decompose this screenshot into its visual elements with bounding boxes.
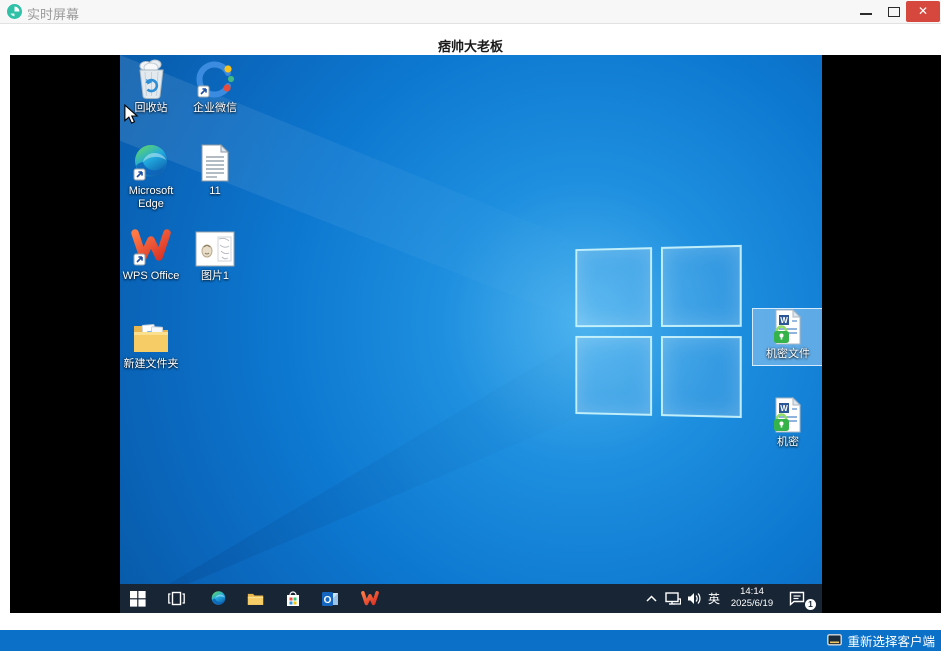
- desktop-icon-confidential-file[interactable]: W 机密文件: [752, 308, 822, 366]
- tray-ime-indicator[interactable]: 英: [705, 584, 723, 613]
- tray-clock[interactable]: 14:14 2025/6/19: [722, 586, 782, 612]
- window-title: 实时屏幕: [27, 4, 79, 23]
- desktop-icon-wps[interactable]: WPS Office: [120, 226, 187, 284]
- speaker-icon: [687, 592, 702, 605]
- locked-word-document-icon: W: [773, 397, 803, 433]
- desktop-icon-txt-11[interactable]: 11: [179, 141, 251, 199]
- maximize-button[interactable]: [880, 0, 906, 23]
- tray-show-hidden-icons-button[interactable]: [641, 584, 661, 613]
- icon-label: 新建文件夹: [124, 358, 179, 371]
- text-document-icon: [200, 142, 230, 182]
- icon-label: 机密文件: [766, 348, 810, 361]
- tray-network-button[interactable]: [662, 584, 684, 613]
- svg-text:W: W: [780, 316, 788, 325]
- desktop-icon-picture-1[interactable]: 图片1: [179, 226, 251, 284]
- taskbar-edge-button[interactable]: [203, 584, 233, 613]
- wps-icon: [131, 227, 171, 267]
- picture-file-icon: [195, 227, 235, 267]
- live-screen-window: 实时屏幕 ✕ 痞帅大老板: [0, 0, 941, 651]
- notification-badge: 1: [805, 599, 816, 610]
- minimize-icon: [860, 13, 872, 15]
- file-explorer-icon: [247, 591, 264, 606]
- edge-icon: [131, 142, 171, 182]
- icon-label: WPS Office: [123, 270, 180, 283]
- mouse-cursor-icon: [122, 104, 140, 124]
- tray-time: 14:14: [722, 586, 782, 598]
- start-button[interactable]: [123, 584, 153, 613]
- svg-text:O: O: [323, 595, 331, 606]
- edge-icon: [210, 590, 227, 607]
- remote-desktop[interactable]: 回收站 企业微信: [120, 55, 822, 613]
- reselect-client-label: 重新选择客户端: [847, 631, 935, 650]
- recycle-bin-icon: [133, 59, 170, 99]
- windows-start-icon: [130, 591, 146, 607]
- notification-icon: [789, 591, 805, 606]
- icon-label: 机密: [777, 436, 799, 449]
- tray-volume-button[interactable]: [683, 584, 705, 613]
- icon-label: 11: [209, 185, 220, 198]
- icon-label: Microsoft Edge: [120, 185, 186, 211]
- wallpaper-shadow-beam: [120, 255, 590, 613]
- taskbar-wps-button[interactable]: [355, 584, 385, 613]
- chevron-up-icon: [646, 595, 657, 602]
- wps-icon: [361, 591, 379, 607]
- maximize-icon: [888, 7, 900, 17]
- tray-action-center-button[interactable]: 1: [783, 584, 811, 613]
- remote-screen-viewer[interactable]: 回收站 企业微信: [10, 55, 941, 613]
- remote-taskbar: O: [120, 584, 822, 613]
- taskbar-file-explorer-button[interactable]: [240, 584, 270, 613]
- locked-word-document-icon: W: [773, 309, 803, 345]
- folder-icon: [131, 315, 171, 355]
- svg-text:W: W: [780, 404, 788, 413]
- taskbar-outlook-button[interactable]: O: [315, 584, 345, 613]
- client-name-label: 痞帅大老板: [0, 36, 941, 55]
- windows-wallpaper-logo-icon: [575, 245, 744, 421]
- desktop-icon-edge[interactable]: Microsoft Edge: [120, 141, 187, 212]
- minimize-button[interactable]: [852, 0, 880, 23]
- desktop-icon-new-folder[interactable]: 新建文件夹: [120, 314, 187, 372]
- outlook-icon: O: [322, 591, 339, 607]
- status-bar: 重新选择客户端: [0, 630, 941, 651]
- desktop-icon-wecom[interactable]: 企业微信: [179, 58, 251, 116]
- task-view-icon: [168, 591, 185, 606]
- reselect-client-button[interactable]: 重新选择客户端: [827, 630, 935, 651]
- icon-label: 企业微信: [193, 102, 237, 115]
- app-logo-icon: [7, 4, 22, 19]
- close-button[interactable]: ✕: [906, 1, 940, 22]
- window-titlebar: 实时屏幕 ✕: [0, 0, 941, 24]
- network-icon: [665, 592, 681, 605]
- icon-label: 图片1: [201, 270, 229, 283]
- tray-date: 2025/6/19: [722, 598, 782, 610]
- desktop-icon-confidential[interactable]: W 机密: [752, 396, 822, 450]
- client-monitor-icon: [827, 634, 842, 647]
- taskbar-store-button[interactable]: [278, 584, 308, 613]
- task-view-button[interactable]: [161, 584, 191, 613]
- wecom-icon: [195, 59, 235, 99]
- microsoft-store-icon: [285, 591, 301, 607]
